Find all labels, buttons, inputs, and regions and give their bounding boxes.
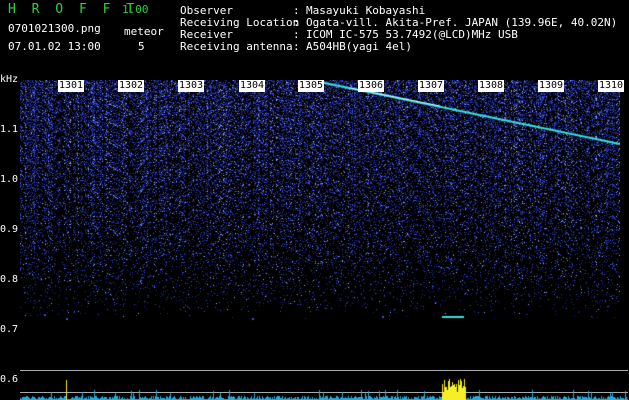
- x-tick-1303: 1303: [178, 80, 205, 92]
- info-antenna-colon: :: [293, 40, 300, 53]
- x-tick-1305: 1305: [298, 80, 325, 92]
- info-antenna-label: Receiving antenna: [180, 40, 293, 53]
- spectrogram: [20, 80, 620, 400]
- x-tick-1308: 1308: [478, 80, 505, 92]
- info-antenna-value: A504HB(yagi 4el): [306, 40, 412, 53]
- meteor-label: meteor: [124, 25, 164, 38]
- x-tick-1309: 1309: [538, 80, 565, 92]
- y-tick-0-7: 0.7: [0, 324, 19, 335]
- baseline-trace: [20, 376, 628, 400]
- y-tick-0-6: 0.6: [0, 374, 19, 385]
- y-axis-unit: kHz: [0, 74, 19, 85]
- y-tick-1-1: 1.1: [0, 124, 19, 135]
- app-title: H R O F F T: [8, 2, 139, 17]
- x-tick-1304: 1304: [239, 80, 266, 92]
- x-tick-1302: 1302: [118, 80, 145, 92]
- reference-line-upper: [20, 370, 628, 371]
- x-tick-1306: 1306: [358, 80, 385, 92]
- y-tick-0-9: 0.9: [0, 224, 19, 235]
- file-datetime: 07.01.02 13:00: [8, 40, 101, 53]
- x-tick-1310: 1310: [598, 80, 625, 92]
- app-version: 1.00: [122, 3, 149, 16]
- meteor-count: 5: [138, 40, 145, 53]
- x-tick-1307: 1307: [418, 80, 445, 92]
- file-name: 0701021300.png: [8, 22, 101, 35]
- y-tick-1-0: 1.0: [0, 174, 19, 185]
- y-tick-0-8: 0.8: [0, 274, 19, 285]
- x-tick-1301: 1301: [58, 80, 85, 92]
